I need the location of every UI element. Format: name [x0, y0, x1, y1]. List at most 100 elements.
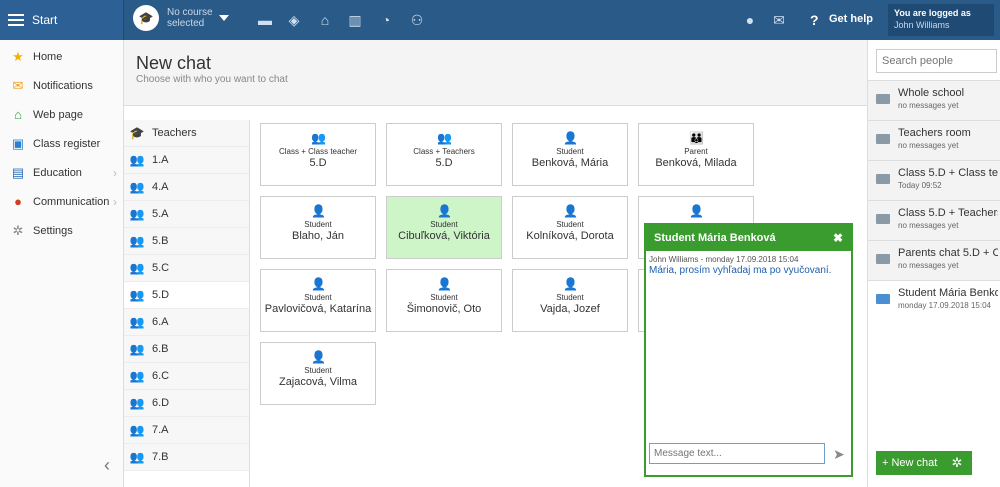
group-item[interactable]: 👥 6.C	[124, 363, 249, 390]
chat-icon	[876, 254, 890, 264]
group-item[interactable]: 👥 5.A	[124, 201, 249, 228]
group-list: 🎓 Teachers 👥 1.A 👥 4.A 👥 5.A 👥 5.B 👥 5.C 👥 5.D…	[124, 120, 250, 487]
chat-icon	[876, 94, 890, 104]
user-box[interactable]: You are logged as John Williams	[888, 4, 994, 36]
search-people-input[interactable]	[876, 49, 997, 73]
group-label: 6.A	[152, 316, 169, 328]
course-selector[interactable]: 🎓 No course selected	[133, 5, 229, 31]
group-item[interactable]: 👥 6.D	[124, 390, 249, 417]
gauge-icon[interactable]: ◔	[377, 12, 395, 28]
conversation-item-active[interactable]: Student Mária Benková monday 17.09.2018 …	[868, 280, 1000, 320]
sidebar-item-home[interactable]: ★ Home	[0, 42, 123, 71]
sidebar-item-web-page[interactable]: ⌂ Web page	[0, 100, 123, 129]
sidebar-item-notifications[interactable]: ✉ Notifications	[0, 71, 123, 100]
bar-chart-icon[interactable]: ▥	[346, 12, 364, 28]
people-icon: 👥	[129, 396, 145, 410]
group-item-teachers[interactable]: 🎓 Teachers	[124, 120, 249, 147]
collapse-sidebar-icon[interactable]: ‹	[104, 455, 110, 476]
sidebar-item-communication[interactable]: ● Communication ›	[0, 187, 123, 216]
shield-icon[interactable]: ◈	[285, 12, 303, 28]
contact-card[interactable]: 👥 Class + Teachers 5.D	[386, 123, 502, 186]
group-label: 1.A	[152, 154, 169, 166]
start-menu-button[interactable]: Start	[0, 0, 124, 40]
page-title: New chat	[136, 53, 212, 73]
group-item[interactable]: 👥 6.B	[124, 336, 249, 363]
conversation-item[interactable]: Class 5.D + Class teacher Today 09:52	[868, 160, 1000, 200]
people-icon: 👥	[311, 131, 326, 145]
send-icon[interactable]: ➤	[833, 446, 845, 463]
people-chat-icon: ●	[14, 193, 22, 209]
sidebar-item-label: Communication	[33, 195, 110, 208]
gear-icon[interactable]: ✲	[942, 451, 972, 475]
sidebar-item-label: Settings	[33, 224, 73, 237]
contact-card[interactable]: 👤 Student Blaho, Ján	[260, 196, 376, 259]
conversation-item[interactable]: Teachers room no messages yet	[868, 120, 1000, 160]
page-subtitle: Choose with who you want to chat	[136, 74, 288, 85]
walking-people-icon[interactable]: ⚇	[408, 12, 426, 28]
people-icon: 👥	[129, 423, 145, 437]
student-icon: 👤	[437, 277, 452, 291]
chat-title: Student Mária Benková	[654, 232, 776, 244]
group-label: Teachers	[152, 127, 197, 139]
group-item[interactable]: 👥 5.C	[124, 255, 249, 282]
chat-bubbles-icon[interactable]: ●	[741, 12, 759, 28]
card-name: Zajacová, Vilma	[278, 376, 358, 388]
star-icon: ★	[12, 48, 24, 64]
group-item[interactable]: 👥 1.A	[124, 147, 249, 174]
message-input[interactable]	[649, 443, 825, 464]
briefcase-icon[interactable]: ▬	[256, 12, 274, 28]
chevron-right-icon: ›	[113, 194, 117, 209]
card-role: Parent	[684, 147, 708, 156]
question-icon[interactable]: ?	[810, 12, 819, 28]
conversation-title: Class 5.D + Teachers	[898, 207, 998, 219]
contact-card[interactable]: 👤 Student Vajda, Jozef	[512, 269, 628, 332]
card-role: Student	[556, 220, 584, 229]
sidebar-item-class-register[interactable]: ▣ Class register	[0, 129, 123, 158]
institution-icon[interactable]: ⌂	[316, 12, 334, 28]
chat-icon	[876, 174, 890, 184]
group-label: 5.C	[152, 262, 170, 274]
close-icon[interactable]: ✖	[833, 231, 843, 245]
top-bar: Start 🎓 No course selected ▬ ◈ ⌂ ▥ ◔ ⚇ ●…	[0, 0, 1000, 40]
card-role: Student	[430, 293, 458, 302]
contact-card[interactable]: 👤 Student Zajacová, Vilma	[260, 342, 376, 405]
student-icon: 👤	[311, 204, 326, 218]
new-chat-button[interactable]: + New chat	[876, 451, 944, 475]
contact-card[interactable]: 👤 Student Benková, Mária	[512, 123, 628, 186]
card-role: Student	[556, 293, 584, 302]
people-icon: 👥	[129, 261, 145, 275]
contact-card-selected[interactable]: 👤 Student Cibuľková, Viktória	[386, 196, 502, 259]
contact-card[interactable]: 👪 Parent Benková, Milada	[638, 123, 754, 186]
people-icon: 👥	[129, 315, 145, 329]
group-item[interactable]: 👥 7.A	[124, 417, 249, 444]
message-meta: John Williams - monday 17.09.2018 15:04	[649, 255, 799, 264]
group-item[interactable]: 👥 6.A	[124, 309, 249, 336]
group-item[interactable]: 👥 4.A	[124, 174, 249, 201]
contact-card[interactable]: 👤 Student Kolníková, Dorota	[512, 196, 628, 259]
gear-icon: ✲	[12, 222, 24, 238]
people-icon: 👥	[129, 369, 145, 383]
student-icon: 👤	[311, 350, 326, 364]
contact-card[interactable]: 👤 Student Šimonovič, Oto	[386, 269, 502, 332]
people-icon: 👥	[129, 234, 145, 248]
conversation-item[interactable]: Whole school no messages yet	[868, 80, 1000, 120]
chevron-down-icon	[218, 15, 229, 21]
home-icon: ⌂	[14, 106, 22, 122]
contact-card[interactable]: 👤 Student Pavlovičová, Katarína	[260, 269, 376, 332]
get-help-link[interactable]: Get help	[829, 13, 873, 25]
group-item[interactable]: 👥 7.B	[124, 444, 249, 471]
conversation-subtitle: no messages yet	[898, 221, 959, 230]
chat-window: Student Mária Benková ✖ John Williams - …	[644, 223, 853, 477]
sidebar-item-settings[interactable]: ✲ Settings	[0, 216, 123, 245]
sidebar-item-education[interactable]: ▤ Education ›	[0, 158, 123, 187]
card-role: Class + Teachers	[413, 147, 475, 156]
parent-icon: 👪	[689, 131, 704, 145]
envelope-icon[interactable]: ✉	[770, 12, 788, 28]
contact-card[interactable]: 👥 Class + Class teacher 5.D	[260, 123, 376, 186]
conversation-item[interactable]: Parents chat 5.D + Class no messages yet	[868, 240, 1000, 280]
card-role: Student	[556, 147, 584, 156]
hamburger-icon	[8, 14, 24, 26]
conversation-item[interactable]: Class 5.D + Teachers no messages yet	[868, 200, 1000, 240]
group-item-selected[interactable]: 👥 5.D	[124, 282, 249, 309]
group-item[interactable]: 👥 5.B	[124, 228, 249, 255]
